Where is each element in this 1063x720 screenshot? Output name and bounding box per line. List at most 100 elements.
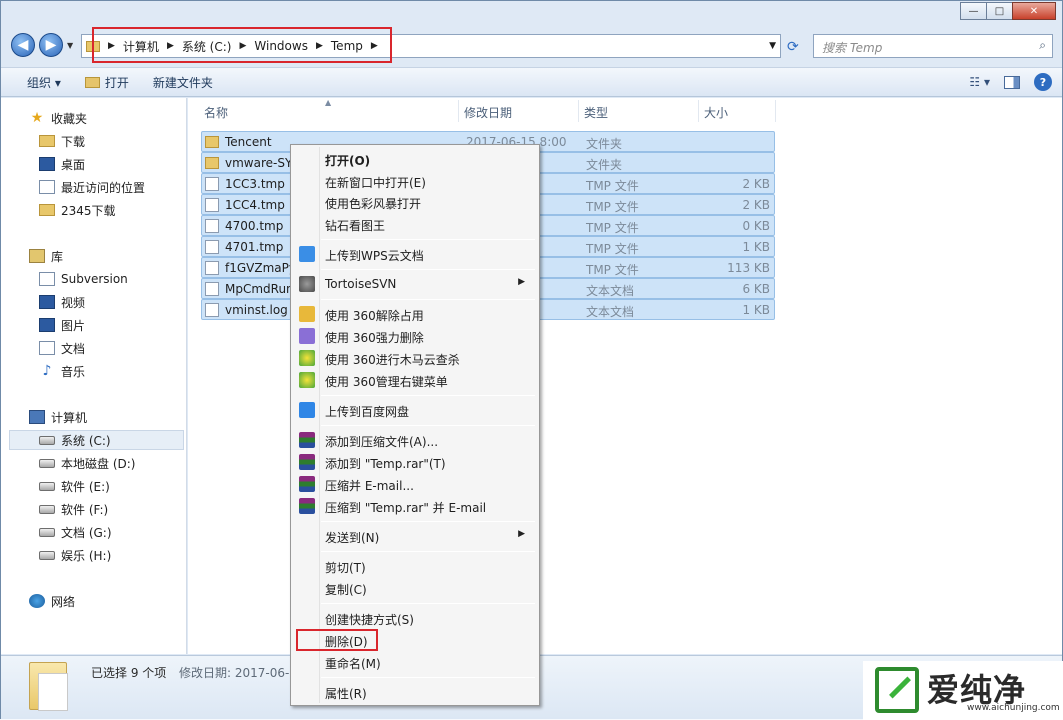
- open-button[interactable]: 打开: [73, 74, 141, 91]
- drive-icon: [39, 550, 55, 560]
- recent-pages-dropdown-icon[interactable]: ▼: [67, 41, 73, 50]
- drive-icon: [39, 504, 55, 514]
- sidebar-network[interactable]: 网络: [29, 591, 75, 611]
- help-icon[interactable]: ?: [1034, 73, 1052, 91]
- picture-icon: [39, 318, 55, 332]
- sidebar-item-downloads[interactable]: 下载: [39, 131, 85, 151]
- sidebar-item-desktop[interactable]: 桌面: [39, 154, 85, 174]
- address-dropdown-icon[interactable]: ▼: [769, 41, 776, 51]
- view-controls: ☷ ▾ ?: [969, 73, 1052, 91]
- column-date[interactable]: 修改日期: [464, 104, 512, 121]
- open-folder-icon: [84, 76, 100, 88]
- menu-item-compress-email[interactable]: 压缩并 E-mail...: [293, 473, 537, 495]
- menu-item-360-manage-menu[interactable]: 使用 360管理右键菜单: [293, 369, 537, 391]
- new-folder-button[interactable]: 新建文件夹: [141, 74, 225, 91]
- file-name: vminst.log: [225, 303, 288, 317]
- file-icon: [205, 240, 219, 254]
- file-type: 文件夹: [586, 158, 623, 172]
- sidebar-computer[interactable]: 计算机: [29, 407, 87, 427]
- menu-item-upload-baidu[interactable]: 上传到百度网盘: [293, 399, 537, 421]
- watermark-url: www.aichunjing.com: [967, 703, 1060, 713]
- menu-item-add-to-temp-rar[interactable]: 添加到 "Temp.rar"(T): [293, 451, 537, 473]
- menu-item-open-color-storm[interactable]: 使用色彩风暴打开: [293, 191, 537, 213]
- file-size: 0 KB: [742, 219, 770, 233]
- desktop-icon: [39, 157, 55, 171]
- folder-icon: [205, 157, 219, 169]
- column-divider[interactable]: [458, 100, 459, 122]
- file-size: 1 KB: [742, 240, 770, 254]
- column-header: ▲ 名称 修改日期 类型 大小: [188, 98, 1062, 124]
- sidebar-item-videos[interactable]: 视频: [39, 292, 85, 312]
- modified-date: 修改日期: 2017-06-1: [179, 666, 297, 680]
- sidebar-item-drive-e[interactable]: 软件 (E:): [39, 476, 110, 496]
- sidebar-item-recent[interactable]: 最近访问的位置: [39, 177, 145, 197]
- column-divider[interactable]: [578, 100, 579, 122]
- submenu-arrow-icon: ▶: [518, 277, 525, 287]
- menu-item-rename[interactable]: 重命名(M): [293, 651, 537, 673]
- menu-item-compress-temp-email[interactable]: 压缩到 "Temp.rar" 并 E-mail: [293, 495, 537, 517]
- menu-item-cut[interactable]: 剪切(T): [293, 555, 537, 577]
- close-button[interactable]: ✕: [1012, 2, 1056, 20]
- menu-item-add-to-archive[interactable]: 添加到压缩文件(A)...: [293, 429, 537, 451]
- drive-icon: [39, 481, 55, 491]
- menu-separator: [321, 551, 535, 552]
- menu-item-copy[interactable]: 复制(C): [293, 577, 537, 599]
- preview-pane-icon[interactable]: [1004, 75, 1020, 89]
- minimize-button[interactable]: —: [960, 2, 987, 20]
- network-icon: [29, 594, 45, 608]
- navigation-bar: ◀ ▶ ▼ ▶ 计算机 ▶ 系统 (C:) ▶ Windows ▶ Temp ▶…: [1, 27, 1062, 63]
- sidebar-item-music[interactable]: ♪ 音乐: [39, 361, 85, 381]
- menu-item-send-to[interactable]: 发送到(N) ▶: [293, 525, 537, 547]
- column-type[interactable]: 类型: [584, 104, 608, 121]
- sidebar-item-subversion[interactable]: Subversion: [39, 269, 128, 289]
- sidebar-item-drive-d[interactable]: 本地磁盘 (D:): [39, 453, 135, 473]
- file-icon: [205, 219, 219, 233]
- column-name[interactable]: 名称: [204, 104, 228, 121]
- column-size[interactable]: 大小: [704, 104, 728, 121]
- column-divider[interactable]: [775, 100, 776, 122]
- folder-icon: [39, 135, 55, 147]
- sidebar-item-2345-downloads[interactable]: 2345下载: [39, 200, 116, 220]
- menu-item-diamond-viewer[interactable]: 钻石看图王: [293, 213, 537, 235]
- forward-button[interactable]: ▶: [39, 33, 63, 57]
- sidebar-item-drive-h[interactable]: 娱乐 (H:): [39, 545, 111, 565]
- menu-item-360-unlock[interactable]: 使用 360解除占用: [293, 303, 537, 325]
- menu-item-properties[interactable]: 属性(R): [293, 681, 537, 703]
- sidebar-favorites[interactable]: ★ 收藏夹: [29, 108, 87, 128]
- menu-item-upload-wps[interactable]: 上传到WPS云文档: [293, 243, 537, 265]
- menu-item-360-force-delete[interactable]: 使用 360强力删除: [293, 325, 537, 347]
- organize-button[interactable]: 组织 ▾: [15, 74, 73, 91]
- maximize-button[interactable]: □: [986, 2, 1013, 20]
- navigation-pane: ★ 收藏夹 下载 桌面 最近访问的位置 2345下载 库 Subversion: [1, 98, 187, 654]
- sidebar-item-drive-g[interactable]: 文档 (G:): [39, 522, 112, 542]
- sidebar-item-drive-f[interactable]: 软件 (F:): [39, 499, 108, 519]
- folder-icon: [205, 136, 219, 148]
- menu-item-360-trojan-scan[interactable]: 使用 360进行木马云查杀: [293, 347, 537, 369]
- menu-item-tortoisesvn[interactable]: TortoiseSVN ▶: [293, 273, 537, 295]
- search-icon[interactable]: ⌕: [1039, 38, 1046, 53]
- highlight-box: [296, 629, 378, 651]
- menu-separator: [321, 269, 535, 270]
- file-name: MpCmdRun: [225, 282, 294, 296]
- menu-item-open-new-window[interactable]: 在新窗口中打开(E): [293, 170, 537, 192]
- document-icon: [39, 341, 55, 355]
- highlight-box: [92, 27, 392, 63]
- sidebar-item-documents[interactable]: 文档: [39, 338, 85, 358]
- sidebar-item-pictures[interactable]: 图片: [39, 315, 85, 335]
- column-divider[interactable]: [698, 100, 699, 122]
- wps-cloud-icon: [299, 246, 315, 262]
- menu-item-open[interactable]: 打开(O): [293, 148, 537, 170]
- view-options-icon[interactable]: ☷ ▾: [969, 75, 990, 89]
- back-button[interactable]: ◀: [11, 33, 35, 57]
- window-controls: — □ ✕: [960, 2, 1056, 20]
- unlock-icon: [299, 306, 315, 322]
- search-input[interactable]: 搜索 Temp ⌕: [813, 34, 1053, 58]
- menu-separator: [321, 395, 535, 396]
- file-size: 2 KB: [742, 177, 770, 191]
- menu-item-create-shortcut[interactable]: 创建快捷方式(S): [293, 607, 537, 629]
- file-name: f1GVZmaPy: [225, 261, 296, 275]
- sidebar-item-drive-c[interactable]: 系统 (C:): [9, 430, 184, 450]
- command-bar: 组织 ▾ 打开 新建文件夹 ☷ ▾ ?: [1, 67, 1062, 97]
- sidebar-libraries[interactable]: 库: [29, 246, 63, 266]
- refresh-icon[interactable]: ⟳: [787, 39, 799, 55]
